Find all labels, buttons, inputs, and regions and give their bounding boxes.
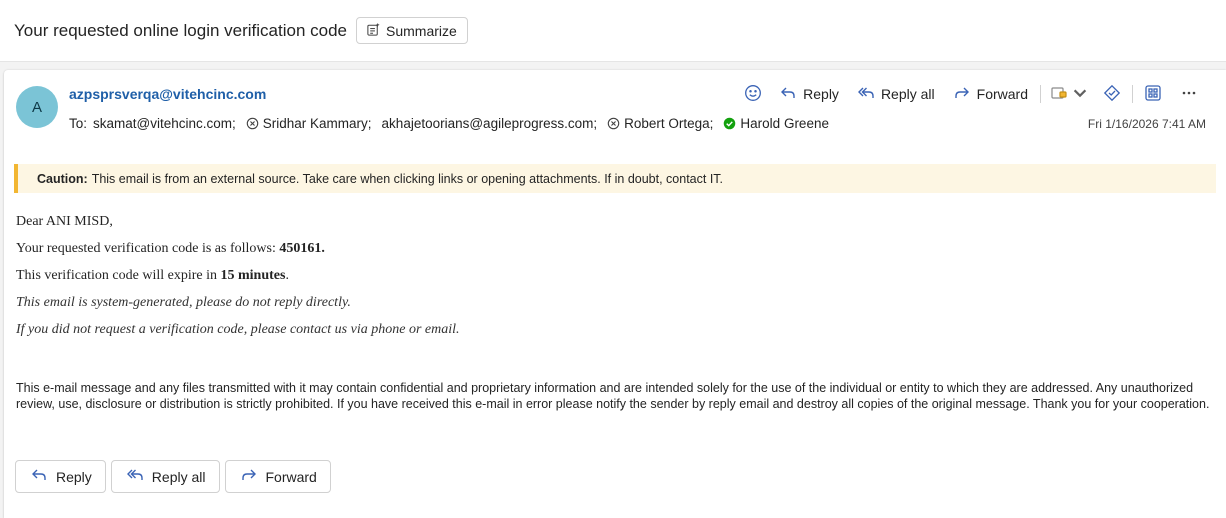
recipient[interactable]: Robert Ortega; (607, 116, 713, 131)
forward-icon (240, 466, 258, 487)
message-actions: Reply Reply all Forward (15, 460, 331, 493)
forward-button[interactable]: Forward (224, 460, 331, 493)
grid-button[interactable] (1136, 82, 1170, 106)
toolbar-divider (1040, 85, 1041, 103)
apps-dropdown-icon (1050, 84, 1068, 105)
more-actions-button[interactable] (1170, 82, 1204, 106)
toolbar-reply-all-label: Reply all (880, 86, 935, 102)
forward-label: Forward (265, 468, 317, 485)
reply-all-label: Reply all (151, 468, 206, 485)
blocked-status-icon (246, 117, 259, 130)
available-status-icon (723, 117, 736, 130)
code-line: Your requested verification code is as f… (16, 241, 325, 256)
message-body: Dear ANI MISD, Your requested verificati… (16, 212, 460, 347)
greeting: Dear ANI MISD, (16, 214, 113, 229)
avatar[interactable]: A (16, 86, 58, 128)
toolbar-reply-all-button[interactable]: Reply all (848, 82, 944, 106)
chevron-down-icon (1071, 84, 1089, 105)
reply-button[interactable]: Reply (15, 460, 106, 493)
sender-address[interactable]: azpsprsverqa@vitehcinc.com (69, 86, 266, 102)
smiley-icon (744, 84, 762, 105)
forward-icon (953, 84, 971, 105)
toolbar-forward-button[interactable]: Forward (944, 82, 1037, 106)
message-card: A azpsprsverqa@vitehcinc.com To: skamat@… (4, 70, 1226, 518)
grid-icon (1144, 84, 1162, 105)
recipients-line: To: skamat@vitehcinc.com; Sridhar Kammar… (69, 116, 829, 131)
expire-duration: 15 minutes (220, 268, 286, 283)
recipient[interactable]: skamat@vitehcinc.com; (93, 116, 236, 131)
sticker-icon (1103, 84, 1121, 105)
email-subject: Your requested online login verification… (14, 20, 347, 40)
toolbar-reply-button[interactable]: Reply (770, 82, 848, 106)
recipient[interactable]: Sridhar Kammary; (246, 116, 372, 131)
summarize-button[interactable]: Summarize (356, 17, 468, 44)
sent-datetime: Fri 1/16/2026 7:41 AM (1087, 117, 1206, 131)
confidentiality-disclaimer: This e-mail message and any files transm… (16, 381, 1210, 411)
reply-all-icon (857, 84, 875, 105)
subject-bar: Your requested online login verification… (0, 0, 1226, 62)
reply-all-button[interactable]: Reply all (110, 460, 220, 493)
recipient[interactable]: akhajetoorians@agileprogress.com; (382, 116, 598, 131)
system-generated-note: This email is system-generated, please d… (16, 295, 351, 310)
summarize-label: Summarize (386, 22, 457, 39)
summarize-icon (366, 22, 381, 40)
caution-text: This email is from an external source. T… (91, 171, 724, 186)
recipient[interactable]: Harold Greene (723, 116, 829, 131)
toolbar-reply-label: Reply (803, 86, 839, 102)
reply-icon (779, 84, 797, 105)
contact-note: If you did not request a verification co… (16, 322, 460, 337)
verification-code: 450161. (279, 241, 325, 256)
apps-dropdown-button[interactable] (1044, 82, 1095, 106)
expire-line: This verification code will expire in 15… (16, 268, 289, 283)
react-button[interactable] (736, 82, 770, 106)
to-label: To: (69, 116, 88, 131)
sticker-button[interactable] (1095, 82, 1129, 106)
message-toolbar: Reply Reply all Forward (736, 82, 1204, 106)
external-sender-caution: Caution: This email is from an external … (14, 164, 1216, 193)
more-icon (1180, 84, 1198, 105)
toolbar-forward-label: Forward (976, 86, 1028, 102)
caution-label: Caution: (37, 171, 88, 186)
blocked-status-icon (607, 117, 620, 130)
reply-all-icon (126, 466, 144, 487)
toolbar-divider (1132, 85, 1133, 103)
reply-icon (30, 466, 48, 487)
reply-label: Reply (56, 468, 92, 485)
